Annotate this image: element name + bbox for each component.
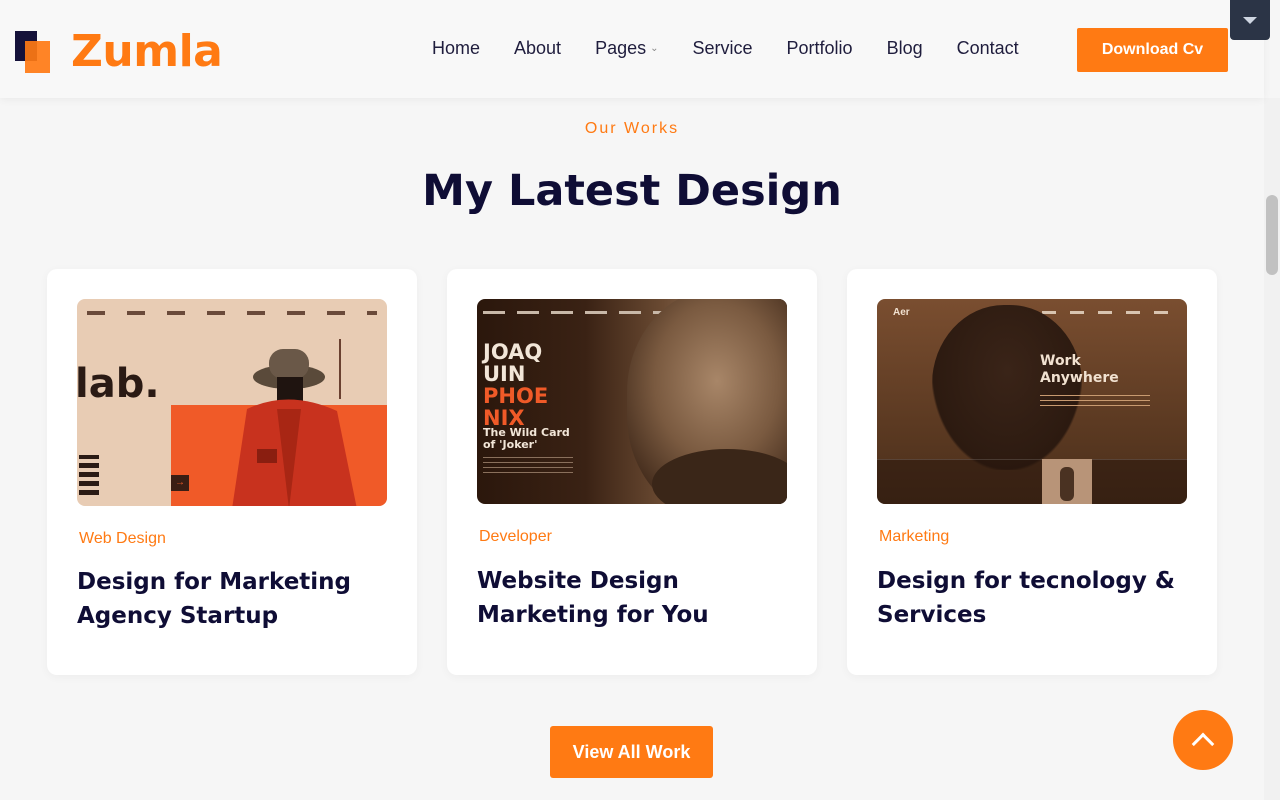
card-title[interactable]: Design for Marketing Agency Startup: [77, 565, 397, 633]
portfolio-card[interactable]: Aer Work Anywhere Marketing Design for t…: [847, 269, 1217, 675]
card-title[interactable]: Design for tecnology & Services: [877, 564, 1197, 632]
portfolio-card[interactable]: lab. → Web Design Design for Marketing A…: [47, 269, 417, 675]
scroll-to-top-button[interactable]: [1173, 710, 1233, 770]
nav-service[interactable]: Service: [693, 38, 753, 59]
thumbnail-headline: Work Anywhere: [1040, 353, 1119, 386]
thumbnail-subtitle: The Wild Card of 'Joker': [483, 426, 570, 451]
section-eyebrow: Our Works: [584, 120, 680, 137]
arrow-right-icon: →: [171, 475, 189, 491]
nav-pages-label: Pages: [595, 38, 647, 58]
portfolio-card[interactable]: JOAQ UIN PHOE NIX The Wild Card of 'Joke…: [447, 269, 817, 675]
section-title: My Latest Design: [422, 166, 842, 216]
logo[interactable]: Zumla: [15, 26, 223, 77]
nav-portfolio[interactable]: Portfolio: [787, 38, 853, 59]
logo-text: Zumla: [71, 26, 223, 77]
portfolio-thumbnail[interactable]: lab. →: [77, 299, 387, 506]
card-title[interactable]: Website Design Marketing for You: [477, 564, 797, 632]
dropdown-toggle-button[interactable]: [1230, 0, 1270, 40]
download-cv-button[interactable]: Download Cv: [1077, 28, 1228, 72]
nav-about[interactable]: About: [514, 38, 561, 59]
caret-down-icon: [1243, 16, 1257, 24]
portfolio-thumbnail[interactable]: Aer Work Anywhere: [877, 299, 1187, 504]
thumbnail-brand-text: Aer: [893, 307, 910, 318]
main-nav: Home About Pages ⌄ Service Portfolio Blo…: [432, 38, 1053, 59]
nav-contact[interactable]: Contact: [957, 38, 1019, 59]
card-category[interactable]: Developer: [479, 528, 552, 546]
chevron-down-icon: ⌄: [650, 43, 659, 54]
nav-blog[interactable]: Blog: [887, 38, 923, 59]
hooded-figure-image: [932, 305, 1082, 470]
card-category[interactable]: Web Design: [79, 530, 166, 548]
backpack-traveler-image: [1042, 459, 1092, 504]
thumbnail-headline: JOAQ UIN PHOE NIX: [483, 340, 549, 430]
logo-mark-icon: [15, 30, 51, 73]
person-in-bucket-hat-image: [232, 349, 357, 506]
chevron-up-icon: [1191, 732, 1215, 756]
portfolio-thumbnail[interactable]: JOAQ UIN PHOE NIX The Wild Card of 'Joke…: [477, 299, 787, 504]
site-header: Zumla Home About Pages ⌄ Service Portfol…: [0, 0, 1264, 98]
card-category[interactable]: Marketing: [879, 528, 949, 546]
scrollbar-thumb[interactable]: [1266, 195, 1278, 275]
nav-home[interactable]: Home: [432, 38, 480, 59]
thumbnail-brand-text: lab.: [77, 361, 160, 407]
nav-pages[interactable]: Pages ⌄: [595, 38, 658, 59]
view-all-work-button[interactable]: View All Work: [550, 726, 713, 778]
